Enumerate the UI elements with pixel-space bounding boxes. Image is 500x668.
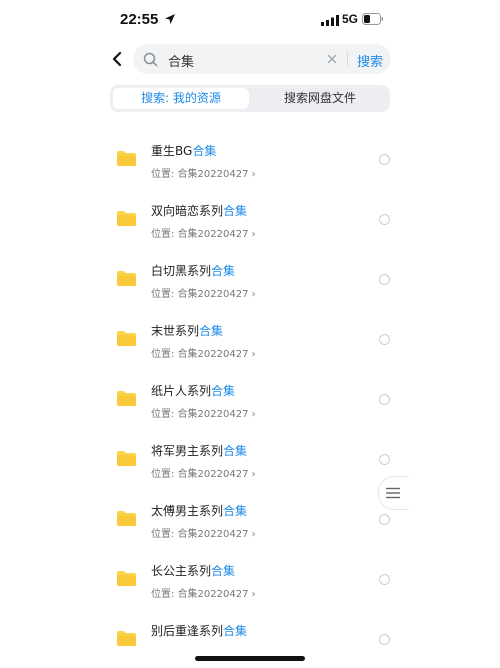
- folder-icon: [117, 151, 136, 166]
- folder-icon: [117, 391, 136, 406]
- location-prefix: 位置:: [151, 589, 178, 600]
- list-item[interactable]: 纸片人系列合集位置: 合集20220427 ›: [0, 368, 500, 428]
- item-title: 双向暗恋系列合集: [151, 202, 247, 219]
- item-path: 合集20220427 ›: [177, 349, 256, 360]
- search-bar[interactable]: 合集 搜索: [133, 44, 391, 74]
- network-label: 5G: [342, 12, 359, 26]
- item-path: 合集20220427 ›: [177, 589, 256, 600]
- floating-menu-button[interactable]: [378, 476, 409, 510]
- tab-my-resources[interactable]: 搜索: 我的资源: [113, 88, 249, 109]
- item-name: 纸片人系列: [151, 384, 212, 398]
- item-keyword: 合集: [223, 624, 248, 638]
- item-title: 纸片人系列合集: [151, 382, 235, 399]
- item-keyword: 合集: [192, 144, 217, 158]
- select-radio[interactable]: [379, 574, 390, 585]
- list-item[interactable]: 白切黑系列合集位置: 合集20220427 ›: [0, 248, 500, 308]
- item-title: 白切黑系列合集: [151, 262, 235, 279]
- select-radio[interactable]: [379, 274, 390, 285]
- item-keyword: 合集: [223, 204, 248, 218]
- status-bar: 22:55 5G: [0, 0, 500, 42]
- menu-icon: [386, 487, 400, 499]
- item-keyword: 合集: [211, 564, 236, 578]
- select-radio[interactable]: [379, 454, 390, 465]
- item-title: 别后重逢系列合集: [151, 622, 247, 639]
- item-keyword: 合集: [223, 444, 248, 458]
- item-location[interactable]: 位置: 合集20220427 ›: [151, 165, 256, 180]
- select-radio[interactable]: [379, 214, 390, 225]
- signal-icon: [321, 15, 339, 26]
- select-radio[interactable]: [379, 634, 390, 645]
- back-arrow-icon[interactable]: [108, 48, 128, 70]
- item-path: 合集20220427 ›: [177, 529, 256, 540]
- select-radio[interactable]: [379, 154, 390, 165]
- folder-icon: [117, 451, 136, 466]
- status-time: 22:55: [120, 11, 159, 28]
- folder-icon: [117, 571, 136, 586]
- item-path: 合集20220427 ›: [177, 289, 256, 300]
- search-button[interactable]: 搜索: [357, 51, 383, 70]
- list-item[interactable]: 太傅男主系列合集 位置: 合集20220427 ›: [0, 488, 500, 548]
- list-item[interactable]: 重生BG合集位置: 合集20220427 ›: [0, 128, 500, 188]
- item-name: 长公主系列: [151, 564, 212, 578]
- item-keyword: 合集: [223, 504, 248, 518]
- folder-icon: [117, 631, 136, 646]
- tab-cloud-files[interactable]: 搜索网盘文件: [252, 88, 388, 109]
- item-name: 太傅男主系列: [151, 504, 224, 518]
- location-prefix: 位置:: [151, 409, 178, 420]
- item-location[interactable]: 位置: 合集20220427 ›: [151, 285, 256, 300]
- select-radio[interactable]: [379, 334, 390, 345]
- item-title: 末世系列合集: [151, 322, 223, 339]
- item-name: 双向暗恋系列: [151, 204, 224, 218]
- item-path: 合集20220427 ›: [177, 409, 256, 420]
- folder-icon: [117, 331, 136, 346]
- location-prefix: 位置:: [151, 229, 178, 240]
- clear-icon[interactable]: [326, 53, 338, 65]
- search-icon: [143, 52, 158, 67]
- item-title: 太傅男主系列合集: [151, 502, 247, 519]
- item-location[interactable]: 位置: 合集20220427 ›: [151, 585, 256, 600]
- location-prefix: 位置:: [151, 349, 178, 360]
- item-location[interactable]: 位置: 合集20220427 ›: [151, 225, 256, 240]
- search-input[interactable]: 合集: [168, 51, 194, 70]
- list-item[interactable]: 末世系列合集位置: 合集20220427 ›: [0, 308, 500, 368]
- item-location[interactable]: 位置: 合集20220427 ›: [151, 465, 256, 480]
- folder-icon: [117, 271, 136, 286]
- item-title: 将军男主系列合集: [151, 442, 247, 459]
- location-prefix: 位置:: [151, 469, 178, 480]
- item-path: 合集20220427 ›: [177, 229, 256, 240]
- folder-icon: [117, 211, 136, 226]
- list-item[interactable]: 双向暗恋系列合集 位置: 合集20220427 ›: [0, 188, 500, 248]
- battery-icon: [362, 13, 383, 25]
- item-name: 末世系列: [151, 324, 200, 338]
- item-name: 白切黑系列: [151, 264, 212, 278]
- search-divider: [347, 52, 348, 66]
- scope-tabs: 搜索: 我的资源 搜索网盘文件: [110, 85, 390, 112]
- location-prefix: 位置:: [151, 529, 178, 540]
- item-keyword: 合集: [199, 324, 224, 338]
- list-item[interactable]: 将军男主系列合集 位置: 合集20220427 ›: [0, 428, 500, 488]
- item-name: 重生BG: [151, 144, 193, 158]
- item-location[interactable]: 位置: 合集20220427 ›: [151, 525, 256, 540]
- item-path: 合集20220427 ›: [177, 169, 256, 180]
- list-item[interactable]: 长公主系列合集位置: 合集20220427 ›: [0, 548, 500, 608]
- location-arrow-icon: [165, 14, 175, 24]
- item-title: 重生BG合集: [151, 142, 216, 159]
- item-name: 别后重逢系列: [151, 624, 224, 638]
- item-location[interactable]: 位置: 合集20220427 ›: [151, 345, 256, 360]
- select-radio[interactable]: [379, 394, 390, 405]
- item-keyword: 合集: [211, 264, 236, 278]
- item-name: 将军男主系列: [151, 444, 224, 458]
- item-title: 长公主系列合集: [151, 562, 235, 579]
- folder-icon: [117, 511, 136, 526]
- select-radio[interactable]: [379, 514, 390, 525]
- home-indicator[interactable]: [195, 656, 305, 661]
- item-path: 合集20220427 ›: [177, 469, 256, 480]
- location-prefix: 位置:: [151, 289, 178, 300]
- item-keyword: 合集: [211, 384, 236, 398]
- location-prefix: 位置:: [151, 169, 178, 180]
- item-location[interactable]: 位置: 合集20220427 ›: [151, 405, 256, 420]
